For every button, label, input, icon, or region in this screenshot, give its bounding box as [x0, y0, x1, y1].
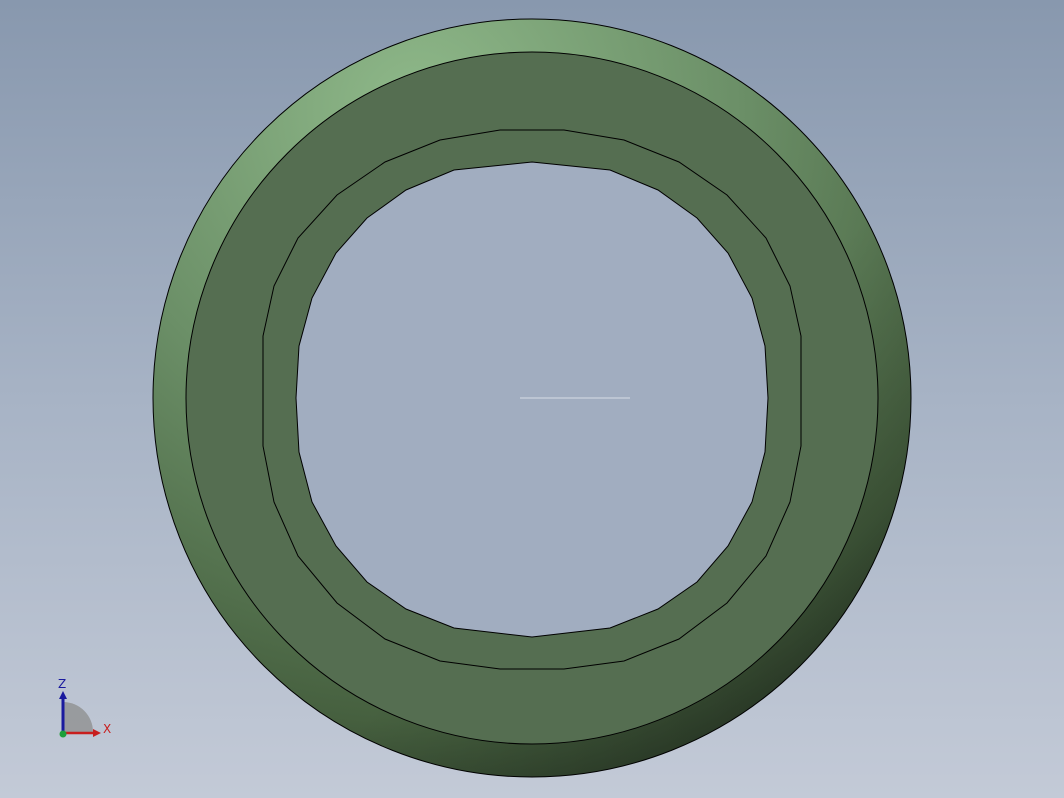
- model-view[interactable]: [0, 0, 1064, 798]
- graphics-viewport[interactable]: Z X: [0, 0, 1064, 798]
- y-axis-dot: [59, 730, 67, 738]
- x-axis-label: X: [103, 722, 112, 736]
- z-axis-arrow: [59, 691, 67, 699]
- x-axis-arrow: [93, 729, 101, 737]
- ring-through-hole: [295, 161, 769, 638]
- reference-triad: Z X: [50, 675, 120, 745]
- z-axis-label: Z: [58, 677, 67, 691]
- triad-xz-plane: [63, 702, 93, 732]
